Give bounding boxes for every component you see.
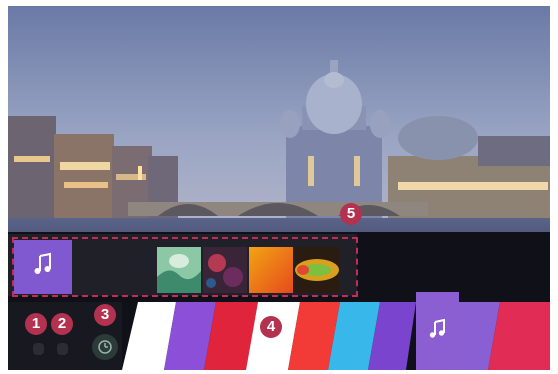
music-note-icon — [429, 318, 445, 338]
launcher-music-app-tile[interactable] — [416, 292, 459, 370]
callout-marker-4: 4 — [260, 316, 282, 338]
app-launcher-bar — [122, 302, 550, 370]
callout-marker-2: 2 — [51, 313, 73, 335]
callout-marker-5: 5 — [340, 203, 362, 225]
tv-screen: 1 2 3 4 5 — [8, 6, 550, 370]
callout-marker-1: 1 — [25, 313, 47, 335]
callout-marker-3: 3 — [94, 304, 116, 326]
